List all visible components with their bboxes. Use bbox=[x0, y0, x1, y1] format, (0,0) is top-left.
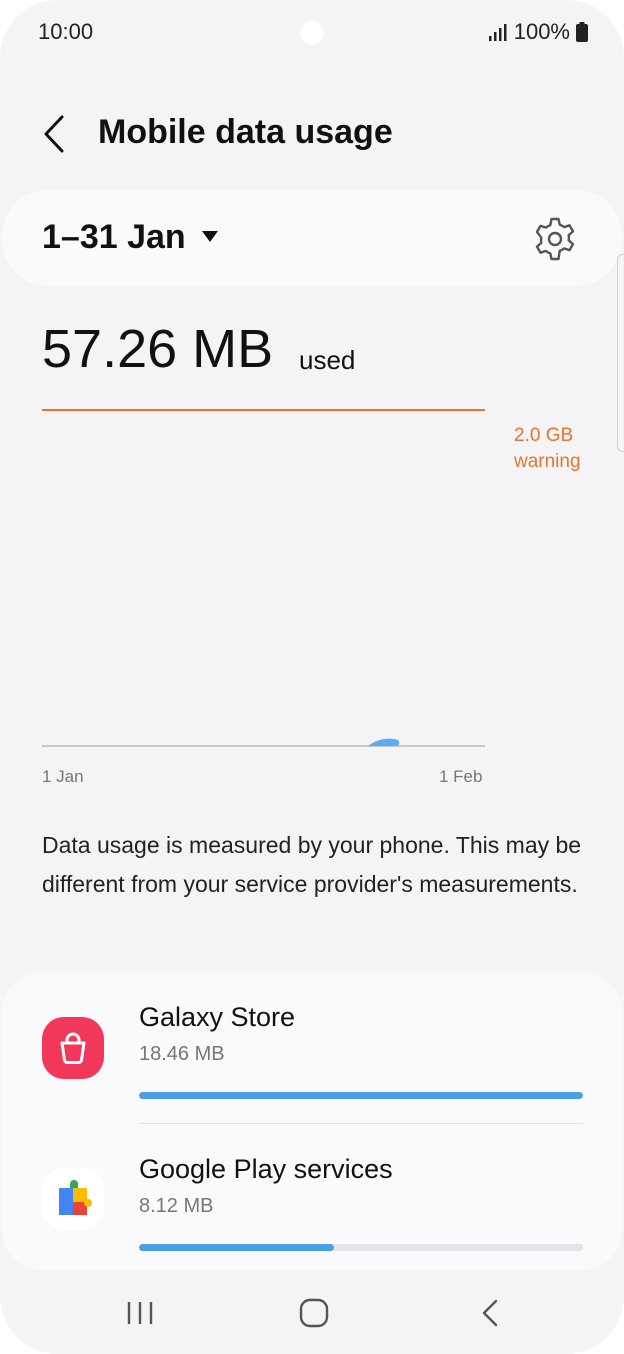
app-name: Galaxy Store bbox=[139, 1002, 296, 1032]
x-axis-end-label: 1 Feb bbox=[439, 767, 483, 786]
period-dropdown[interactable]: 1–31 Jan bbox=[42, 218, 186, 257]
google-play-services-icon bbox=[42, 1168, 104, 1230]
battery-icon bbox=[576, 22, 588, 42]
warning-label: 2.0 GB warning bbox=[514, 423, 581, 475]
app-usage-bar bbox=[139, 1092, 583, 1099]
phone-screen: 10:00 100% Mobile data usage 1–31 Jan 57… bbox=[0, 0, 624, 1354]
home-icon[interactable] bbox=[298, 1298, 330, 1328]
nav-back-icon[interactable] bbox=[476, 1298, 506, 1328]
recents-icon[interactable] bbox=[124, 1298, 156, 1328]
app-name: Google Play services bbox=[139, 1154, 393, 1184]
battery-percentage: 100% bbox=[513, 19, 570, 44]
usage-curve bbox=[368, 738, 400, 746]
status-bar: 10:00 100% bbox=[0, 0, 624, 66]
usage-amount: 57.26 MB bbox=[42, 319, 274, 379]
camera-cutout bbox=[300, 21, 324, 45]
app-usage-list: Galaxy Store 18.46 MB Google Play servic… bbox=[2, 972, 622, 1270]
app-row-google-play-services[interactable]: Google Play services 8.12 MB bbox=[2, 1124, 622, 1274]
x-axis-start-label: 1 Jan bbox=[42, 767, 84, 786]
usage-used-label: used bbox=[299, 345, 356, 375]
app-usage-bar bbox=[139, 1244, 583, 1251]
period-selector-card: 1–31 Jan bbox=[2, 190, 622, 286]
app-usage-bar-fill bbox=[139, 1244, 335, 1251]
chevron-left-icon[interactable] bbox=[40, 112, 70, 156]
info-text: Data usage is measured by your phone. Th… bbox=[42, 832, 582, 897]
caret-down-icon[interactable] bbox=[202, 231, 218, 243]
warning-amount: 2.0 GB bbox=[514, 425, 574, 446]
app-data-size: 18.46 MB bbox=[139, 1043, 225, 1065]
app-row-galaxy-store[interactable]: Galaxy Store 18.46 MB bbox=[2, 972, 622, 1124]
page-title: Mobile data usage bbox=[98, 113, 393, 151]
warning-word: warning bbox=[514, 451, 581, 472]
gear-icon[interactable] bbox=[532, 216, 578, 262]
galaxy-store-icon bbox=[42, 1017, 104, 1079]
edge-panel-handle[interactable] bbox=[617, 254, 624, 452]
system-nav-bar bbox=[0, 1280, 624, 1346]
app-usage-bar-fill bbox=[139, 1092, 583, 1099]
status-time: 10:00 bbox=[38, 19, 94, 44]
app-data-size: 8.12 MB bbox=[139, 1195, 214, 1217]
app-header: Mobile data usage bbox=[0, 100, 624, 170]
signal-icon bbox=[488, 24, 507, 41]
status-indicators: 100% bbox=[488, 19, 588, 45]
